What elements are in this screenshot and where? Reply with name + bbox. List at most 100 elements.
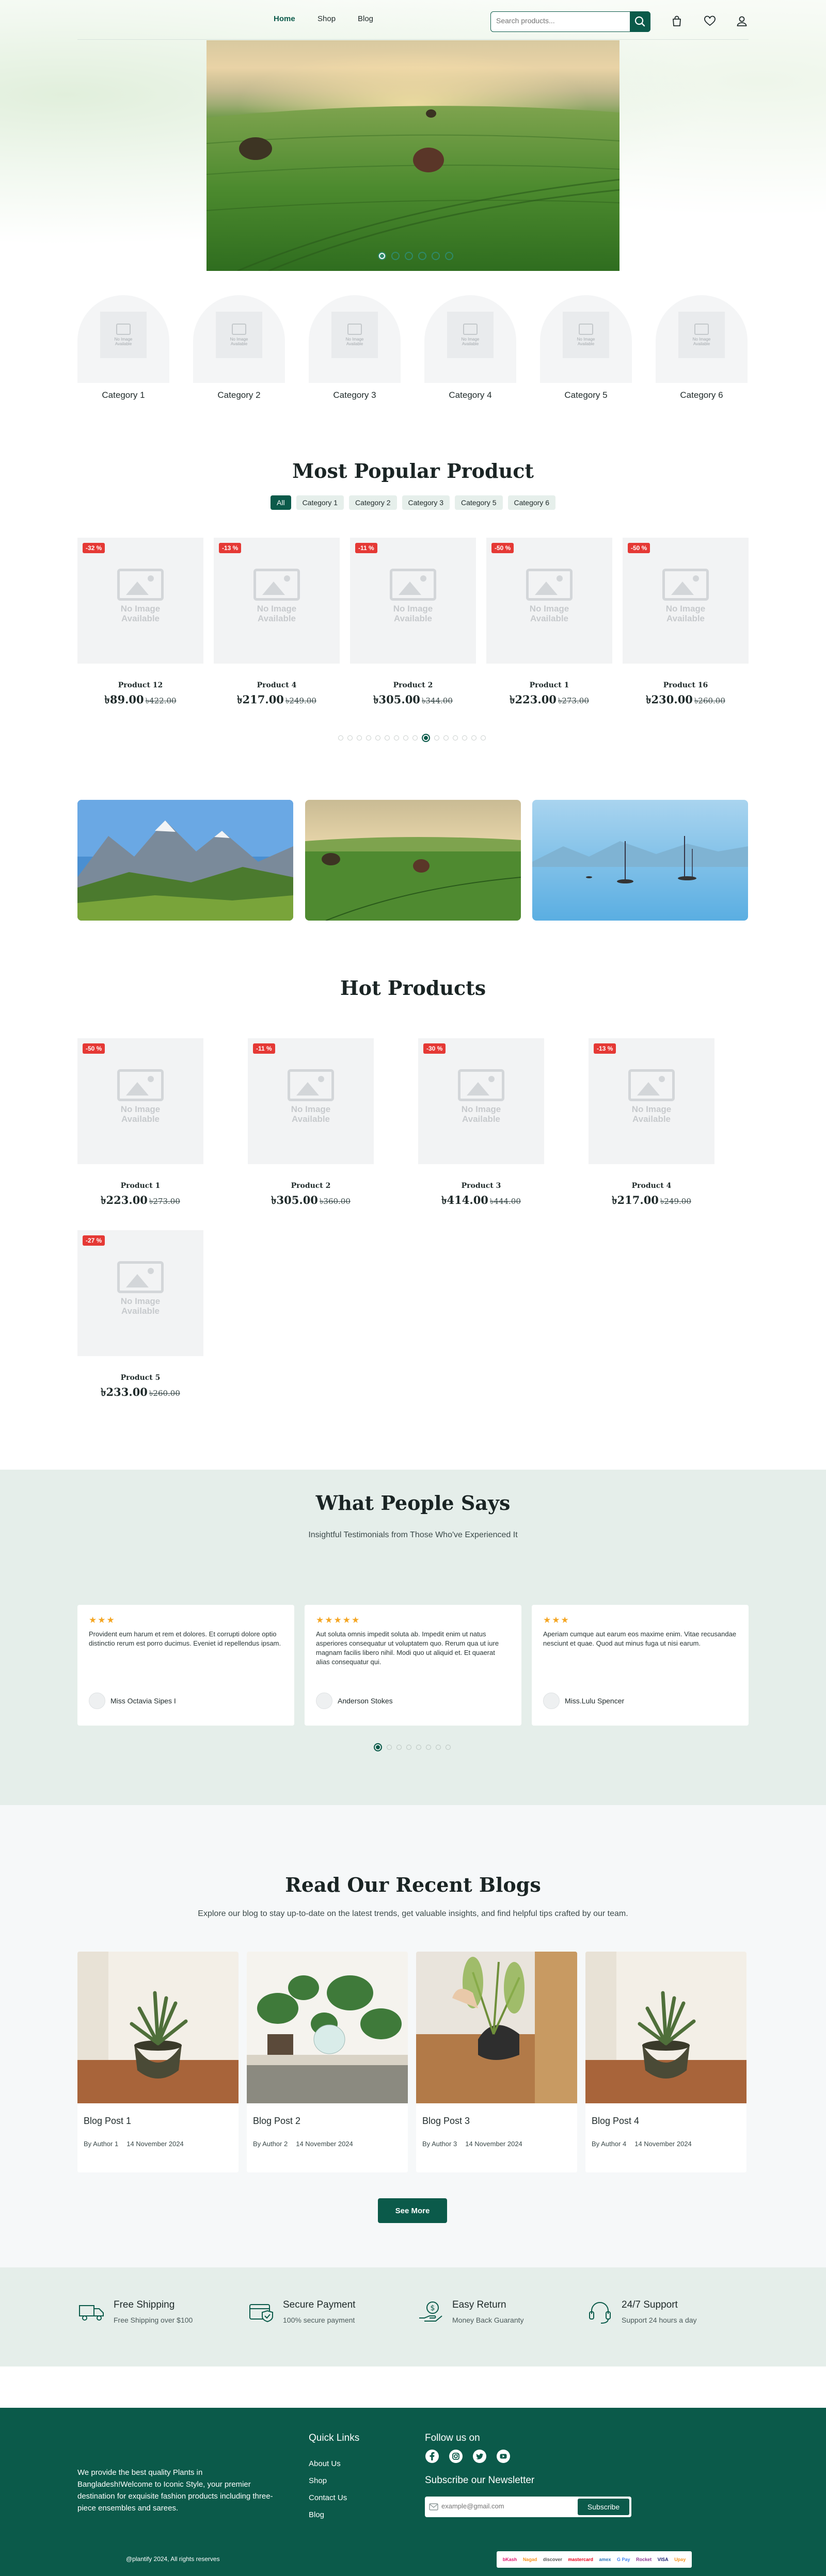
- product-card[interactable]: -50 % No Image Available Product 1 ৳223.00 ৳2…: [77, 1038, 203, 1210]
- banner-lake[interactable]: [532, 800, 748, 921]
- current-price: ৳414.00: [441, 1194, 488, 1206]
- filter-chip[interactable]: Category 5: [455, 495, 503, 510]
- twitter-icon[interactable]: [472, 2449, 487, 2464]
- blog-title: Blog Post 4: [592, 2116, 640, 2126]
- search-button[interactable]: [630, 11, 650, 32]
- subscribe-button[interactable]: Subscribe: [578, 2499, 629, 2515]
- nav-link-shop[interactable]: Shop: [317, 14, 336, 23]
- pager-dot[interactable]: [412, 735, 418, 740]
- testimonial-text: Provident eum harum et rem et dolores. E…: [89, 1630, 281, 1647]
- see-more-button[interactable]: See More: [378, 2198, 447, 2223]
- product-image: -32 % No Image Available: [77, 538, 203, 664]
- hero-dot[interactable]: [418, 252, 426, 260]
- pager-dot[interactable]: [375, 735, 380, 740]
- pager-dot[interactable]: [453, 735, 458, 740]
- banner-field[interactable]: [305, 800, 521, 921]
- popular-title: Most Popular Product: [292, 459, 534, 482]
- instagram-icon[interactable]: [449, 2449, 463, 2464]
- category-card[interactable]: No Image Available Category 2: [193, 295, 285, 400]
- quick-links-title: Quick Links: [309, 2433, 360, 2443]
- product-image: -50 % No Image Available: [486, 538, 612, 664]
- product-card[interactable]: -13 % No Image Available Product 4 ৳217.00 ৳2…: [589, 1038, 714, 1210]
- footer-link-about[interactable]: About Us: [309, 2459, 341, 2468]
- user-account-icon[interactable]: [735, 14, 749, 28]
- blog-card[interactable]: Blog Post 1 By Author 1 14 November 2024: [77, 1952, 239, 2172]
- category-card[interactable]: No Image Available Category 6: [656, 295, 748, 400]
- product-card[interactable]: -11 % No Image Available Product 2 ৳305.00 ৳3…: [248, 1038, 374, 1210]
- hero-dot[interactable]: [391, 252, 400, 260]
- category-card[interactable]: No Image Available Category 3: [309, 295, 401, 400]
- blog-card[interactable]: Blog Post 3 By Author 3 14 November 2024: [416, 1952, 577, 2172]
- placeholder-text: No Image: [577, 337, 595, 342]
- placeholder-text: No Image: [529, 604, 569, 614]
- pager-dot[interactable]: [403, 735, 408, 740]
- quick-links-list: About Us Shop Contact Us Blog: [309, 2455, 347, 2523]
- snake-plant-image: [77, 1952, 239, 2103]
- pager-dot[interactable]: [426, 1745, 431, 1750]
- hero-dot[interactable]: [405, 252, 413, 260]
- blog-title: Blog Post 1: [84, 2116, 132, 2126]
- pager-dot[interactable]: [434, 735, 439, 740]
- nav-link-home[interactable]: Home: [274, 14, 295, 23]
- hero-dot[interactable]: [378, 252, 386, 260]
- category-card[interactable]: No Image Available Category 1: [77, 295, 169, 400]
- wishlist-heart-icon[interactable]: [703, 14, 717, 28]
- pager-dot[interactable]: [347, 735, 353, 740]
- pager-dot[interactable]: [366, 735, 371, 740]
- product-image: -13 % No Image Available: [214, 538, 340, 664]
- pager-dot[interactable]: [338, 735, 343, 740]
- facebook-icon[interactable]: [425, 2449, 439, 2464]
- product-card[interactable]: -30 % No Image Available Product 3 ৳414.00 ৳4…: [418, 1038, 544, 1210]
- pager-dot[interactable]: [406, 1745, 411, 1750]
- footer-link-contact[interactable]: Contact Us: [309, 2493, 347, 2502]
- cart-icon[interactable]: [670, 14, 684, 28]
- product-card[interactable]: -13 % No Image Available Product 4 ৳217.00 ৳2…: [214, 538, 340, 710]
- pager-dot[interactable]: [387, 1745, 392, 1750]
- testimonial-text: Aut soluta omnis impedit soluta ab. Impe…: [316, 1630, 499, 1666]
- newsletter-email-input[interactable]: [441, 2502, 560, 2510]
- pager-dot[interactable]: [471, 735, 476, 740]
- pager-dot[interactable]: [436, 1745, 441, 1750]
- footer-link-shop[interactable]: Shop: [309, 2476, 327, 2485]
- no-image-placeholder: No Image Available: [248, 1069, 374, 1124]
- youtube-icon[interactable]: [496, 2449, 511, 2464]
- pager-dot[interactable]: [416, 1745, 421, 1750]
- banner-mountains[interactable]: [77, 800, 293, 921]
- no-image-placeholder: No Image Available: [350, 569, 476, 623]
- product-card[interactable]: -11 % No Image Available Product 2 ৳305.00 ৳3…: [350, 538, 476, 710]
- blog-title: Blog Post 3: [422, 2116, 470, 2126]
- filter-chip[interactable]: Category 1: [296, 495, 344, 510]
- pager-dot[interactable]: [396, 1745, 402, 1750]
- blog-author: By Author 4: [592, 2140, 627, 2148]
- filter-chip[interactable]: Category 2: [349, 495, 397, 510]
- pager-dot[interactable]: [357, 735, 362, 740]
- pager-dot[interactable]: [443, 735, 449, 740]
- nav-link-blog[interactable]: Blog: [358, 14, 373, 23]
- product-card[interactable]: -27 % No Image Available Product 5 ৳233.00 ৳2…: [77, 1230, 203, 1402]
- hero-dot[interactable]: [445, 252, 453, 260]
- filter-chip[interactable]: Category 3: [402, 495, 450, 510]
- footer-link-blog[interactable]: Blog: [309, 2510, 324, 2519]
- pager-dot[interactable]: [374, 1743, 382, 1751]
- blog-card[interactable]: Blog Post 4 By Author 4 14 November 2024: [585, 1952, 746, 2172]
- hero-slider[interactable]: [206, 40, 620, 271]
- pager-dot[interactable]: [394, 735, 399, 740]
- discount-badge: -50 %: [628, 543, 650, 553]
- pager-dot[interactable]: [446, 1745, 451, 1750]
- category-card[interactable]: No Image Available Category 5: [540, 295, 632, 400]
- category-card[interactable]: No Image Available Category 4: [424, 295, 516, 400]
- product-card[interactable]: -50 % No Image Available Product 1 ৳223.00 ৳2…: [486, 538, 612, 710]
- filter-chip[interactable]: All: [271, 495, 291, 510]
- pager-dot[interactable]: [481, 735, 486, 740]
- pager-dot[interactable]: [422, 734, 430, 742]
- product-card[interactable]: -50 % No Image Available Product 16 ৳230.00 ৳…: [623, 538, 749, 710]
- image-placeholder: No Image Available: [678, 312, 725, 358]
- image-placeholder-icon: [628, 1069, 675, 1101]
- hero-dot[interactable]: [432, 252, 440, 260]
- blog-card[interactable]: Blog Post 2 By Author 2 14 November 2024: [247, 1952, 408, 2172]
- pager-dot[interactable]: [462, 735, 467, 740]
- filter-chip[interactable]: Category 6: [507, 495, 555, 510]
- product-card[interactable]: -32 % No Image Available Product 12 ৳89.00 ৳4…: [77, 538, 203, 710]
- search-input[interactable]: [496, 17, 625, 25]
- pager-dot[interactable]: [385, 735, 390, 740]
